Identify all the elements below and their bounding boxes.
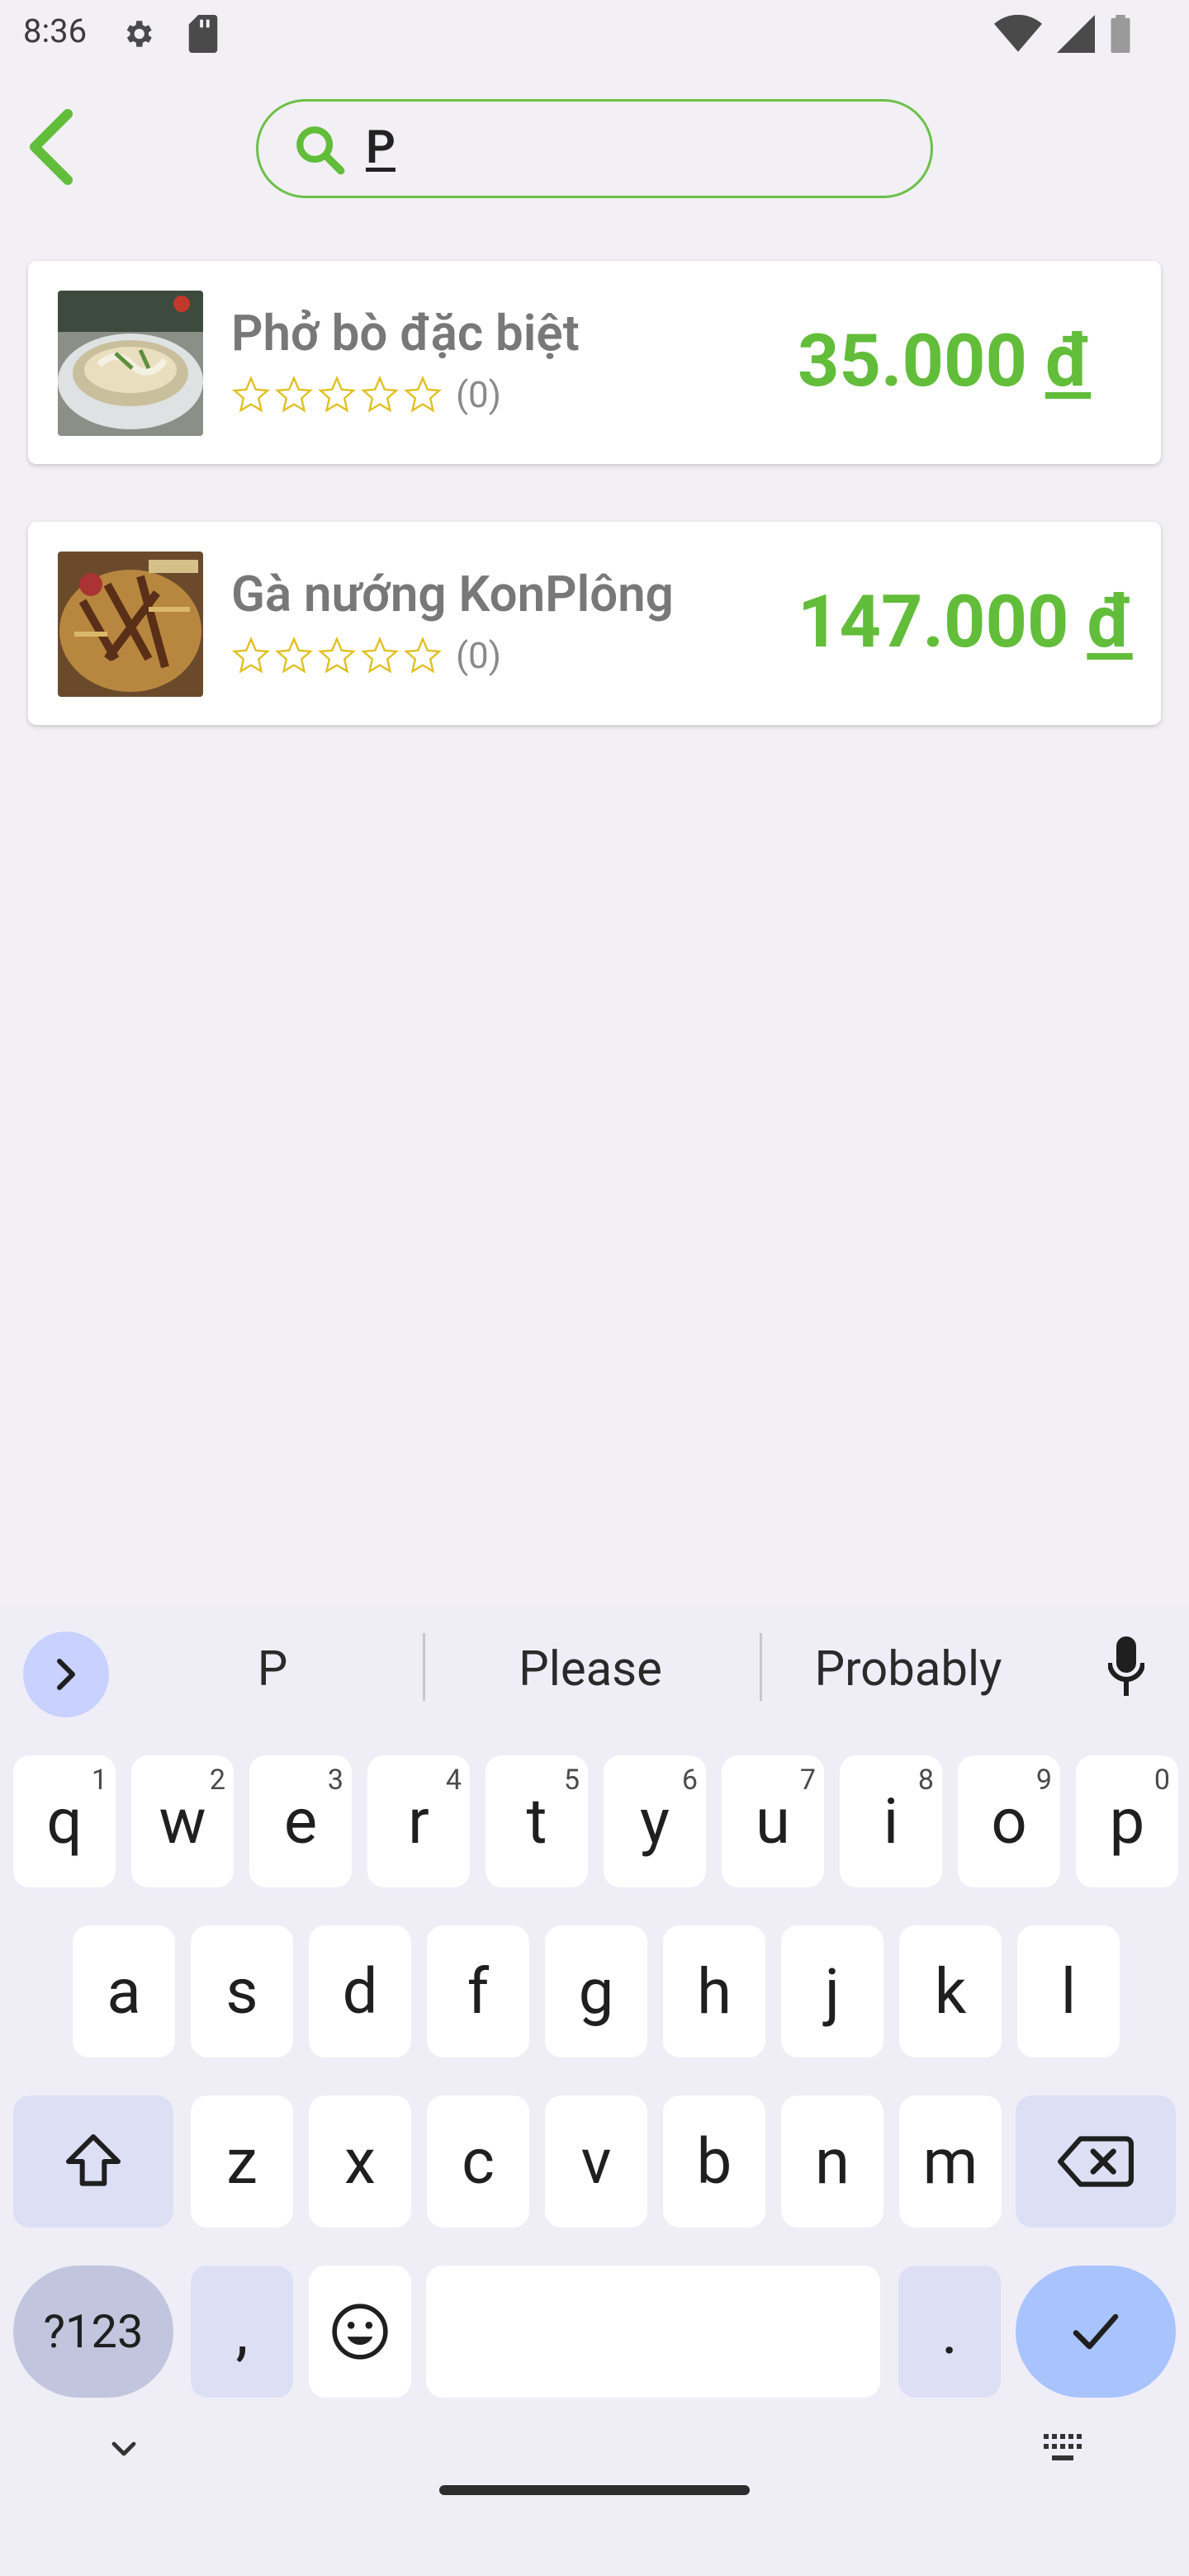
battery-icon bbox=[1111, 15, 1130, 53]
suggestion-bar: P Please Probably bbox=[0, 1603, 1189, 1719]
rating-stars: (0) bbox=[231, 634, 501, 677]
suggestion-divider bbox=[423, 1633, 425, 1701]
shift-icon bbox=[66, 2134, 121, 2186]
enter-key[interactable] bbox=[1016, 2266, 1176, 2398]
wifi-icon bbox=[994, 15, 1042, 52]
suggestion-2[interactable]: Please bbox=[462, 1641, 718, 1698]
star-icon bbox=[232, 375, 270, 413]
key-i[interactable]: i8 bbox=[840, 1755, 942, 1887]
search-field[interactable]: P bbox=[256, 99, 933, 198]
keyboard-switch-icon[interactable] bbox=[1042, 2432, 1088, 2465]
key-r[interactable]: r4 bbox=[367, 1755, 470, 1887]
key-e[interactable]: e3 bbox=[249, 1755, 352, 1887]
hide-keyboard-chevron-icon[interactable] bbox=[104, 2429, 144, 2469]
star-icon bbox=[275, 636, 313, 674]
checkmark-icon bbox=[1073, 2313, 1119, 2350]
item-price: 35.000 đ bbox=[798, 319, 1091, 404]
food-image-pho bbox=[58, 291, 203, 436]
key-q[interactable]: q1 bbox=[13, 1755, 116, 1887]
chevron-right-icon bbox=[57, 1659, 75, 1690]
back-arrow-icon[interactable] bbox=[25, 107, 78, 187]
star-icon bbox=[318, 375, 356, 413]
key-c[interactable]: c bbox=[427, 2095, 529, 2228]
star-icon bbox=[318, 636, 356, 674]
currency-symbol: đ bbox=[1045, 319, 1092, 404]
key-n[interactable]: n bbox=[781, 2095, 883, 2228]
key-p[interactable]: p0 bbox=[1076, 1755, 1178, 1887]
microphone-icon[interactable] bbox=[1108, 1636, 1144, 1696]
status-time: 8:36 bbox=[23, 12, 88, 50]
key-l[interactable]: l bbox=[1017, 1925, 1120, 2057]
search-header: P bbox=[0, 69, 1189, 226]
search-icon bbox=[296, 126, 345, 175]
key-g[interactable]: g bbox=[545, 1925, 647, 2057]
sd-card-icon bbox=[188, 15, 218, 53]
star-icon bbox=[404, 375, 442, 413]
key-f[interactable]: f bbox=[427, 1925, 529, 2057]
star-icon bbox=[275, 375, 313, 413]
on-screen-keyboard: P Please Probably q1 w2 e3 r4 t5 y6 u7 i… bbox=[0, 1603, 1189, 2576]
item-price: 147.000 đ bbox=[798, 580, 1133, 665]
backspace-key[interactable] bbox=[1016, 2095, 1176, 2228]
key-j[interactable]: j bbox=[781, 1925, 883, 2057]
key-h[interactable]: h bbox=[663, 1925, 765, 2057]
expand-toolbar-button[interactable] bbox=[23, 1631, 109, 1717]
gear-icon bbox=[126, 21, 152, 47]
period-key[interactable]: . bbox=[898, 2266, 1001, 2398]
suggestion-divider bbox=[760, 1633, 762, 1701]
symbols-key[interactable]: ?123 bbox=[13, 2266, 173, 2398]
price-value: 147.000 bbox=[798, 580, 1069, 665]
key-b[interactable]: b bbox=[663, 2095, 765, 2228]
food-image-grilled-chicken bbox=[58, 552, 203, 697]
price-value: 35.000 bbox=[798, 319, 1027, 404]
key-k[interactable]: k bbox=[899, 1925, 1002, 2057]
status-bar: 8:36 bbox=[0, 0, 1189, 69]
backspace-icon bbox=[1058, 2136, 1134, 2187]
review-count: (0) bbox=[456, 634, 502, 677]
item-name: Phở bò đặc biệt bbox=[231, 304, 580, 362]
result-card[interactable]: Gà nướng KonPlông (0) 147.000 đ bbox=[28, 522, 1161, 725]
signal-icon bbox=[1057, 15, 1095, 53]
star-icon bbox=[361, 375, 399, 413]
currency-symbol: đ bbox=[1087, 580, 1133, 665]
key-a[interactable]: a bbox=[73, 1925, 175, 2057]
shift-key[interactable] bbox=[13, 2095, 173, 2228]
item-name: Gà nướng KonPlông bbox=[231, 565, 674, 623]
rating-stars: (0) bbox=[231, 373, 501, 416]
star-icon bbox=[361, 636, 399, 674]
key-d[interactable]: d bbox=[309, 1925, 411, 2057]
comma-key[interactable]: , bbox=[191, 2266, 293, 2398]
home-indicator[interactable] bbox=[439, 2485, 750, 2495]
emoji-icon bbox=[332, 2304, 388, 2360]
key-m[interactable]: m bbox=[899, 2095, 1002, 2228]
key-v[interactable]: v bbox=[545, 2095, 647, 2228]
suggestion-1[interactable]: P bbox=[206, 1641, 339, 1698]
key-z[interactable]: z bbox=[191, 2095, 293, 2228]
search-input[interactable]: P bbox=[366, 120, 894, 178]
star-icon bbox=[232, 636, 270, 674]
review-count: (0) bbox=[456, 373, 502, 416]
emoji-key[interactable] bbox=[309, 2266, 411, 2398]
key-y[interactable]: y6 bbox=[604, 1755, 706, 1887]
key-x[interactable]: x bbox=[309, 2095, 411, 2228]
key-o[interactable]: o9 bbox=[958, 1755, 1060, 1887]
key-u[interactable]: u7 bbox=[722, 1755, 824, 1887]
key-t[interactable]: t5 bbox=[486, 1755, 588, 1887]
space-key[interactable] bbox=[426, 2266, 880, 2398]
key-s[interactable]: s bbox=[191, 1925, 293, 2057]
result-card[interactable]: Phở bò đặc biệt (0) 35.000 đ bbox=[28, 261, 1161, 464]
key-w[interactable]: w2 bbox=[131, 1755, 234, 1887]
suggestion-3[interactable]: Probably bbox=[793, 1641, 1024, 1698]
star-icon bbox=[404, 636, 442, 674]
